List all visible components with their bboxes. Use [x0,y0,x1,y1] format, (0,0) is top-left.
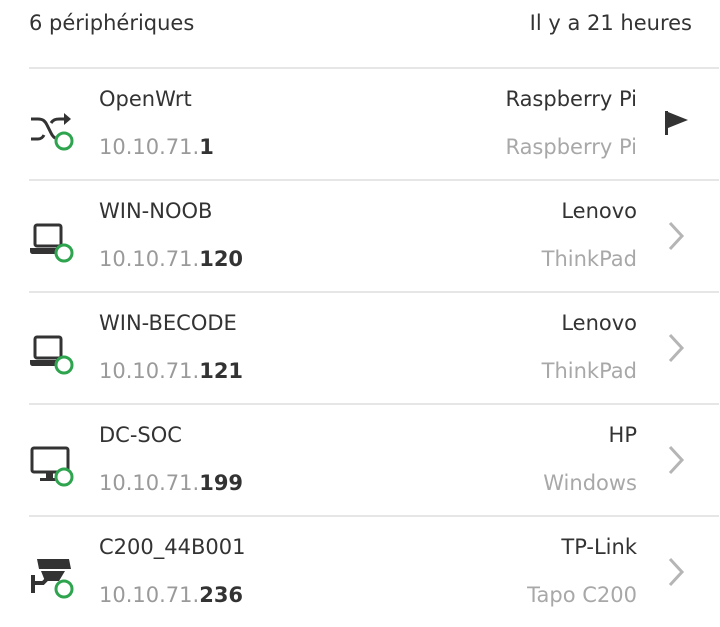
ip-suffix: 121 [199,359,244,383]
device-row[interactable]: C200_44B001 10.10.71.236 TP-Link Tapo C2… [29,515,719,627]
device-row[interactable]: WIN-BECODE 10.10.71.121 Lenovo ThinkPad [29,291,719,403]
device-ip: 10.10.71.120 [99,247,243,271]
flag-icon[interactable] [662,107,690,141]
ip-suffix: 236 [199,583,244,607]
device-row[interactable]: OpenWrt 10.10.71.1 Raspberry Pi Raspberr… [29,67,719,179]
device-name: C200_44B001 [99,535,246,559]
device-name: WIN-BECODE [99,311,237,335]
ip-prefix: 10.10.71. [99,247,200,271]
device-vendor: HP [608,423,637,447]
device-name: WIN-NOOB [99,199,213,223]
device-model: ThinkPad [541,247,637,271]
last-seen-time: Il y a 21 heures [529,11,692,35]
devices-header: 6 périphériques Il y a 21 heures [29,6,692,40]
ip-prefix: 10.10.71. [99,135,200,159]
ip-suffix: 199 [199,471,244,495]
laptop-icon [29,331,75,377]
device-name: DC-SOC [99,423,182,447]
chevron-right-icon[interactable] [662,555,690,589]
device-ip: 10.10.71.199 [99,471,243,495]
security-camera-icon [29,555,75,601]
laptop-icon [29,219,75,265]
router-shuffle-icon [29,107,75,153]
device-vendor: Lenovo [561,199,637,223]
device-vendor: TP-Link [561,535,637,559]
device-model: Tapo C200 [527,583,637,607]
device-row[interactable]: WIN-NOOB 10.10.71.120 Lenovo ThinkPad [29,179,719,291]
chevron-right-icon[interactable] [662,443,690,477]
desktop-monitor-icon [29,443,75,489]
device-model: ThinkPad [541,359,637,383]
device-ip: 10.10.71.1 [99,135,214,159]
ip-suffix: 120 [199,247,244,271]
ip-suffix: 1 [199,135,214,159]
device-vendor: Raspberry Pi [505,87,637,111]
device-count: 6 périphériques [29,11,195,35]
device-model: Raspberry Pi [505,135,637,159]
ip-prefix: 10.10.71. [99,583,200,607]
device-ip: 10.10.71.121 [99,359,243,383]
device-name: OpenWrt [99,87,192,111]
device-list: OpenWrt 10.10.71.1 Raspberry Pi Raspberr… [29,67,719,627]
device-vendor: Lenovo [561,311,637,335]
chevron-right-icon[interactable] [662,219,690,253]
device-row[interactable]: DC-SOC 10.10.71.199 HP Windows [29,403,719,515]
ip-prefix: 10.10.71. [99,471,200,495]
device-model: Windows [543,471,637,495]
ip-prefix: 10.10.71. [99,359,200,383]
device-ip: 10.10.71.236 [99,583,243,607]
chevron-right-icon[interactable] [662,331,690,365]
